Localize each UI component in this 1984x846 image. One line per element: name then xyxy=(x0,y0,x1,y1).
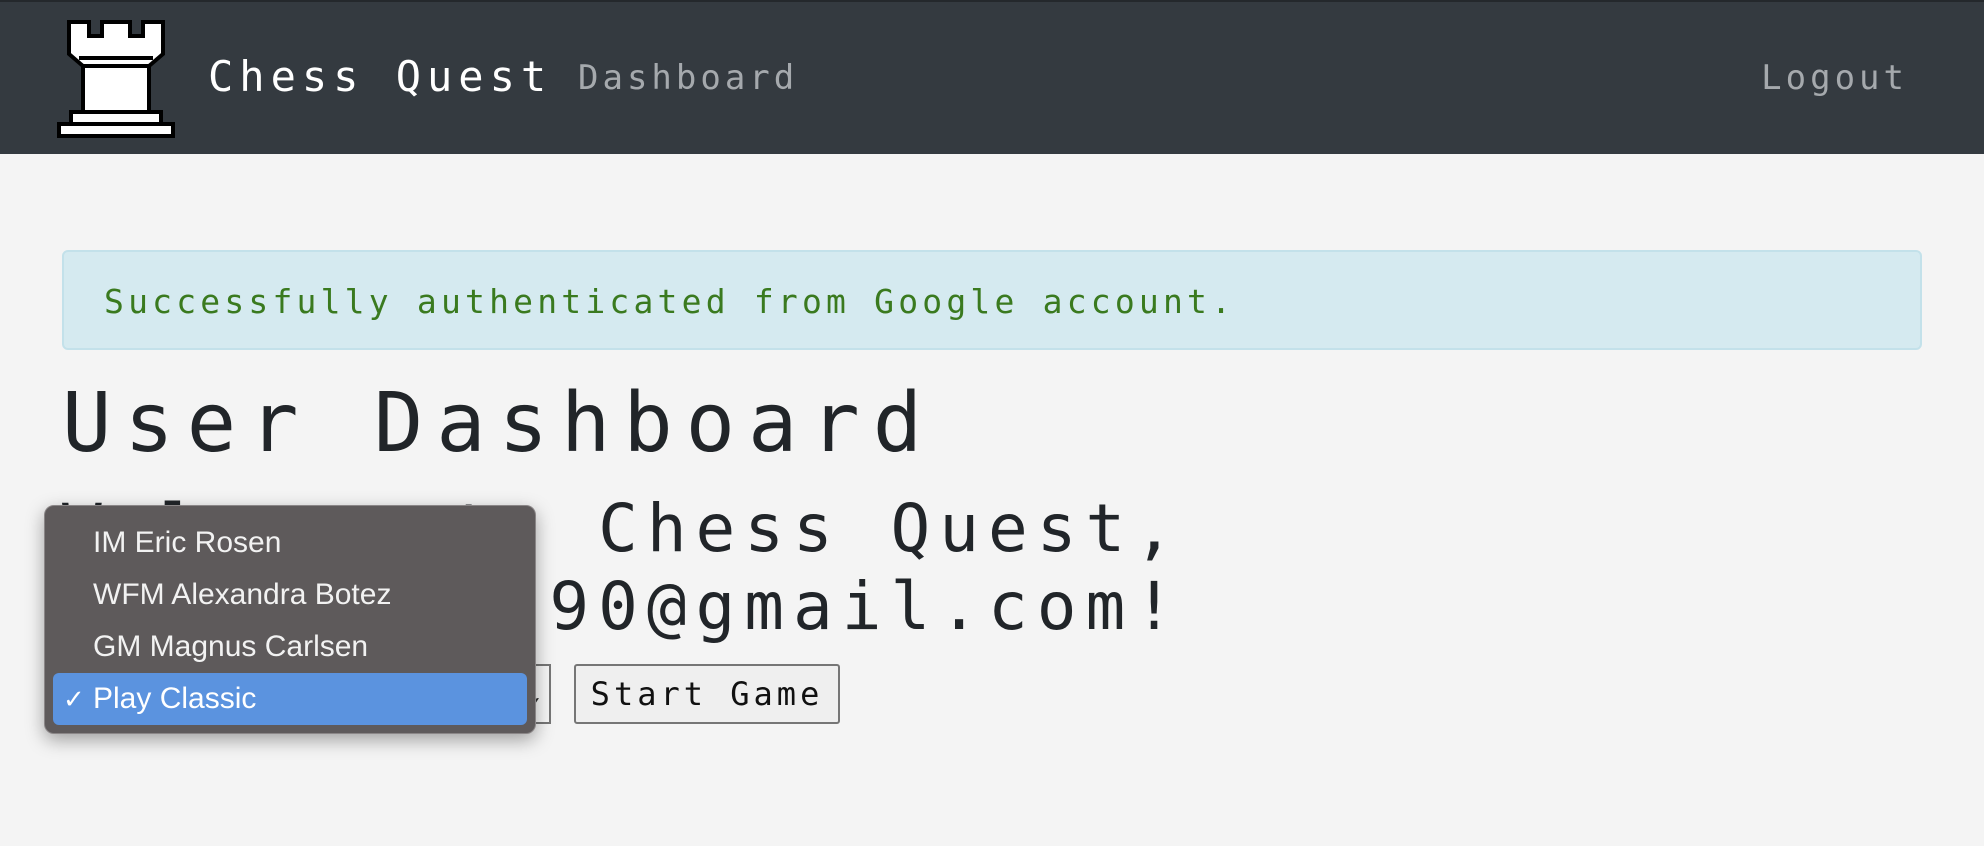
option-label: WFM Alexandra Botez xyxy=(93,578,392,611)
option-label: IM Eric Rosen xyxy=(93,526,282,559)
dropdown-option-selected[interactable]: ✓ Play Classic xyxy=(53,673,527,725)
alert-message: Successfully authenticated from Google a… xyxy=(104,282,1236,321)
navbar: Chess Quest Dashboard Logout xyxy=(0,0,1984,154)
option-label: GM Magnus Carlsen xyxy=(93,630,369,663)
game-mode-dropdown-menu: IM Eric Rosen WFM Alexandra Botez GM Mag… xyxy=(44,505,536,734)
dropdown-option[interactable]: IM Eric Rosen xyxy=(53,517,527,569)
page-title: User Dashboard xyxy=(62,376,936,471)
dropdown-option[interactable]: GM Magnus Carlsen xyxy=(53,621,527,673)
checkmark-icon: ✓ xyxy=(63,684,85,714)
rook-icon[interactable] xyxy=(55,18,177,140)
brand-title[interactable]: Chess Quest xyxy=(208,52,552,101)
nav-logout-link[interactable]: Logout xyxy=(1761,58,1908,98)
start-game-button[interactable]: Start Game xyxy=(574,664,840,724)
nav-dashboard-link[interactable]: Dashboard xyxy=(578,58,798,98)
dropdown-option[interactable]: WFM Alexandra Botez xyxy=(53,569,527,621)
option-label: Play Classic xyxy=(93,682,257,715)
success-alert: Successfully authenticated from Google a… xyxy=(62,250,1922,350)
